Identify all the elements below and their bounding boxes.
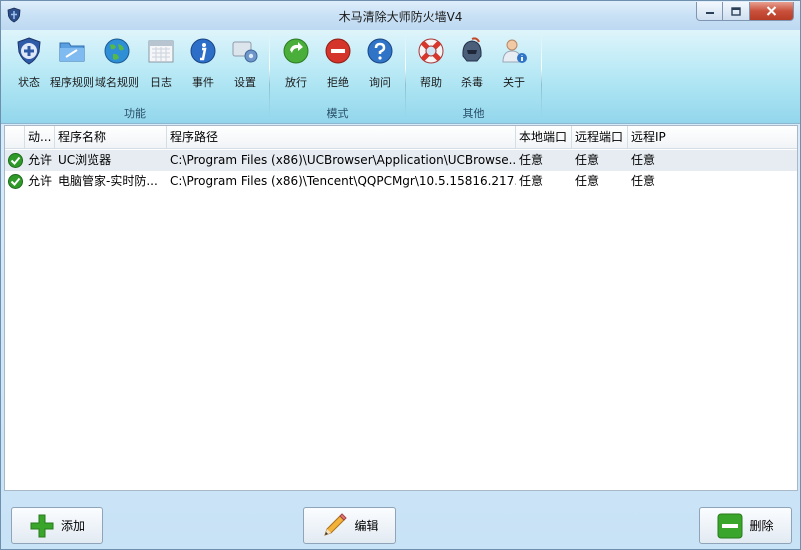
cell-program-name: UC浏览器 — [58, 153, 112, 167]
tool-about[interactable]: 关于 — [491, 36, 537, 90]
folder-icon — [59, 42, 85, 62]
pencil-icon — [324, 512, 348, 536]
table-row[interactable]: 允许 电脑管家-实时防... C:\Program Files (x86)\Te… — [5, 171, 797, 192]
tool-settings[interactable]: 设置 — [222, 36, 268, 90]
add-button-label: 添加 — [60, 519, 85, 533]
tool-label: 域名规则 — [95, 76, 139, 89]
tool-label: 询问 — [369, 76, 391, 89]
group-label: 模式 — [326, 107, 349, 120]
calendar-icon — [148, 40, 174, 63]
lifebuoy-icon — [418, 38, 444, 64]
minimize-icon — [705, 12, 714, 14]
tool-label: 设置 — [234, 76, 256, 89]
tool-ask[interactable]: 询问 — [357, 36, 403, 90]
plus-icon — [30, 514, 54, 537]
group-label: 其他 — [462, 107, 485, 120]
minus-icon — [717, 513, 743, 538]
rules-list[interactable]: 动... 程序名称 程序路径 本地端口 远程端口 远程IP 允许 UC浏览器 C… — [4, 125, 798, 491]
tool-label: 日志 — [150, 76, 172, 89]
title-bar[interactable]: 木马清除大师防火墙V4 — [1, 1, 800, 30]
cell-remote-ip: 任意 — [631, 174, 656, 188]
cell-program-name: 电脑管家-实时防... — [58, 174, 158, 188]
deny-icon — [325, 38, 351, 64]
allow-icon — [283, 38, 309, 64]
tool-program-rules[interactable]: 程序规则 — [49, 36, 95, 90]
tool-deny[interactable]: 拒绝 — [315, 36, 361, 90]
edit-button[interactable]: 编辑 — [303, 507, 396, 544]
helmet-icon — [462, 37, 482, 62]
main-window: 木马清除大师防火墙V4 状态 程序规则 域名规则 日志 事件 设置 功能 放行 … — [0, 0, 801, 550]
ribbon-toolbar: 状态 程序规则 域名规则 日志 事件 设置 功能 放行 拒绝 询问 模式 帮助 … — [1, 30, 800, 124]
group-functions: 状态 程序规则 域名规则 日志 事件 设置 功能 — [1, 30, 269, 124]
tool-status[interactable]: 状态 — [6, 36, 52, 90]
cell-local-port: 任意 — [519, 174, 544, 188]
cell-local-port: 任意 — [519, 153, 544, 167]
header-remote-port[interactable]: 远程端口 — [572, 126, 628, 149]
tool-help[interactable]: 帮助 — [408, 36, 454, 90]
tool-allow[interactable]: 放行 — [273, 36, 319, 90]
add-button[interactable]: 添加 — [11, 507, 103, 544]
tool-label: 拒绝 — [327, 76, 349, 89]
group-label: 功能 — [124, 107, 146, 120]
tool-label: 状态 — [18, 76, 40, 89]
cell-remote-ip: 任意 — [631, 153, 656, 167]
tool-log[interactable]: 日志 — [138, 36, 184, 90]
header-icon-column[interactable] — [5, 126, 25, 149]
header-remote-ip[interactable]: 远程IP — [628, 126, 797, 149]
header-program-name[interactable]: 程序名称 — [55, 126, 167, 149]
cell-action: 允许 — [28, 153, 53, 167]
table-row[interactable]: 允许 UC浏览器 C:\Program Files (x86)\UCBrowse… — [5, 150, 797, 171]
tool-label: 杀毒 — [461, 76, 483, 89]
user-info-icon — [502, 39, 527, 63]
tool-label: 事件 — [192, 76, 214, 89]
header-program-path[interactable]: 程序路径 — [167, 126, 516, 149]
cell-remote-port: 任意 — [575, 153, 600, 167]
maximize-button[interactable] — [723, 2, 750, 21]
cell-program-path: C:\Program Files (x86)\Tencent\QQPCMgr\1… — [170, 174, 516, 188]
group-mode: 放行 拒绝 询问 模式 — [270, 30, 405, 124]
close-button[interactable] — [750, 2, 794, 21]
close-icon — [766, 6, 777, 16]
shield-plus-icon — [17, 37, 41, 65]
tool-antivirus[interactable]: 杀毒 — [449, 36, 495, 90]
maximize-icon — [731, 6, 741, 16]
minimize-button[interactable] — [696, 2, 723, 21]
header-local-port[interactable]: 本地端口 — [516, 126, 572, 149]
globe-icon — [104, 38, 130, 64]
header-action[interactable]: 动... — [25, 126, 55, 149]
info-icon — [190, 38, 216, 64]
group-other: 帮助 杀毒 关于 其他 — [406, 30, 541, 124]
tool-events[interactable]: 事件 — [180, 36, 226, 90]
check-icon — [8, 153, 23, 168]
cell-program-path: C:\Program Files (x86)\UCBrowser\Applica… — [170, 153, 516, 167]
gear-icon — [232, 41, 258, 63]
check-icon — [8, 174, 23, 189]
list-header: 动... 程序名称 程序路径 本地端口 远程端口 远程IP — [5, 126, 797, 149]
edit-button-label: 编辑 — [354, 519, 379, 533]
tool-domain-rules[interactable]: 域名规则 — [94, 36, 140, 90]
delete-button-label: 删除 — [749, 519, 774, 533]
tool-label: 帮助 — [420, 76, 442, 89]
cell-remote-port: 任意 — [575, 174, 600, 188]
tool-label: 放行 — [285, 76, 307, 89]
tool-label: 程序规则 — [50, 76, 94, 89]
window-title: 木马清除大师防火墙V4 — [338, 10, 463, 24]
cell-action: 允许 — [28, 174, 53, 188]
group-divider — [541, 34, 542, 118]
delete-button[interactable]: 删除 — [699, 507, 792, 544]
tool-label: 关于 — [503, 76, 525, 89]
question-icon — [367, 38, 393, 64]
